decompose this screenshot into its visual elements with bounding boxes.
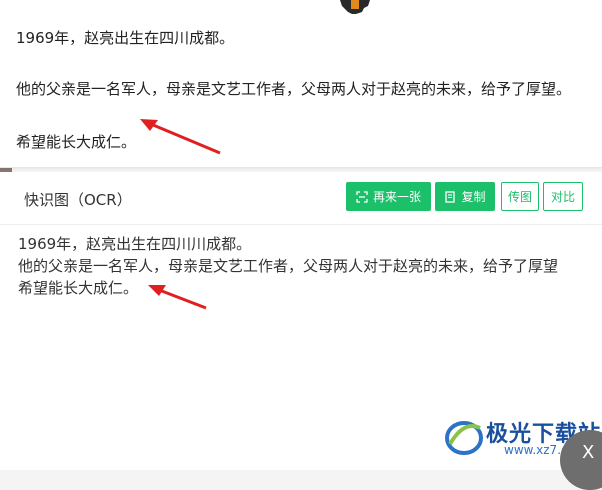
watermark-logo-icon — [445, 421, 483, 455]
compare-label: 对比 — [550, 190, 575, 204]
ocr-text-line: 希望能长大成仁。 — [18, 279, 139, 297]
ocr-header: 快识图（OCR） 再来一张 复制 传图 对比 — [0, 172, 602, 225]
ocr-text-line: 他的父亲是一名军人，母亲是文艺工作者，父母两人对于赵亮的未来，给予了厚望 — [18, 257, 559, 275]
scan-icon — [356, 190, 368, 203]
compare-button[interactable]: 对比 — [543, 182, 583, 211]
again-button[interactable]: 再来一张 — [346, 182, 431, 211]
copy-label: 复制 — [461, 190, 486, 204]
pass-image-button[interactable]: 传图 — [501, 182, 539, 211]
again-label: 再来一张 — [372, 190, 421, 204]
original-text-line: 他的父亲是一名军人，母亲是文艺工作者，父母两人对于赵亮的未来，给予了厚望。 — [16, 80, 572, 98]
panel-title: 快识图（OCR） — [24, 191, 132, 209]
ocr-text-line: 1969年，赵亮出生在四川川成都。 — [18, 235, 252, 253]
annotation-arrow — [148, 285, 207, 310]
ocr-text-area[interactable]: 1969年，赵亮出生在四川川成都。 他的父亲是一名军人，母亲是文艺工作者，父母两… — [18, 233, 588, 299]
original-text-line: 1969年，赵亮出生在四川成都。 — [16, 29, 235, 47]
close-icon[interactable]: X — [582, 442, 594, 463]
original-image-panel: 1969年，赵亮出生在四川成都。 他的父亲是一名军人，母亲是文艺工作者，父母两人… — [0, 0, 602, 168]
copy-button[interactable]: 复制 — [435, 182, 495, 211]
copy-icon — [445, 190, 456, 203]
gear-icon — [340, 0, 370, 14]
pass-image-label: 传图 — [507, 190, 532, 204]
original-text-line: 希望能长大成仁。 — [16, 133, 137, 151]
annotation-arrow — [140, 119, 221, 155]
